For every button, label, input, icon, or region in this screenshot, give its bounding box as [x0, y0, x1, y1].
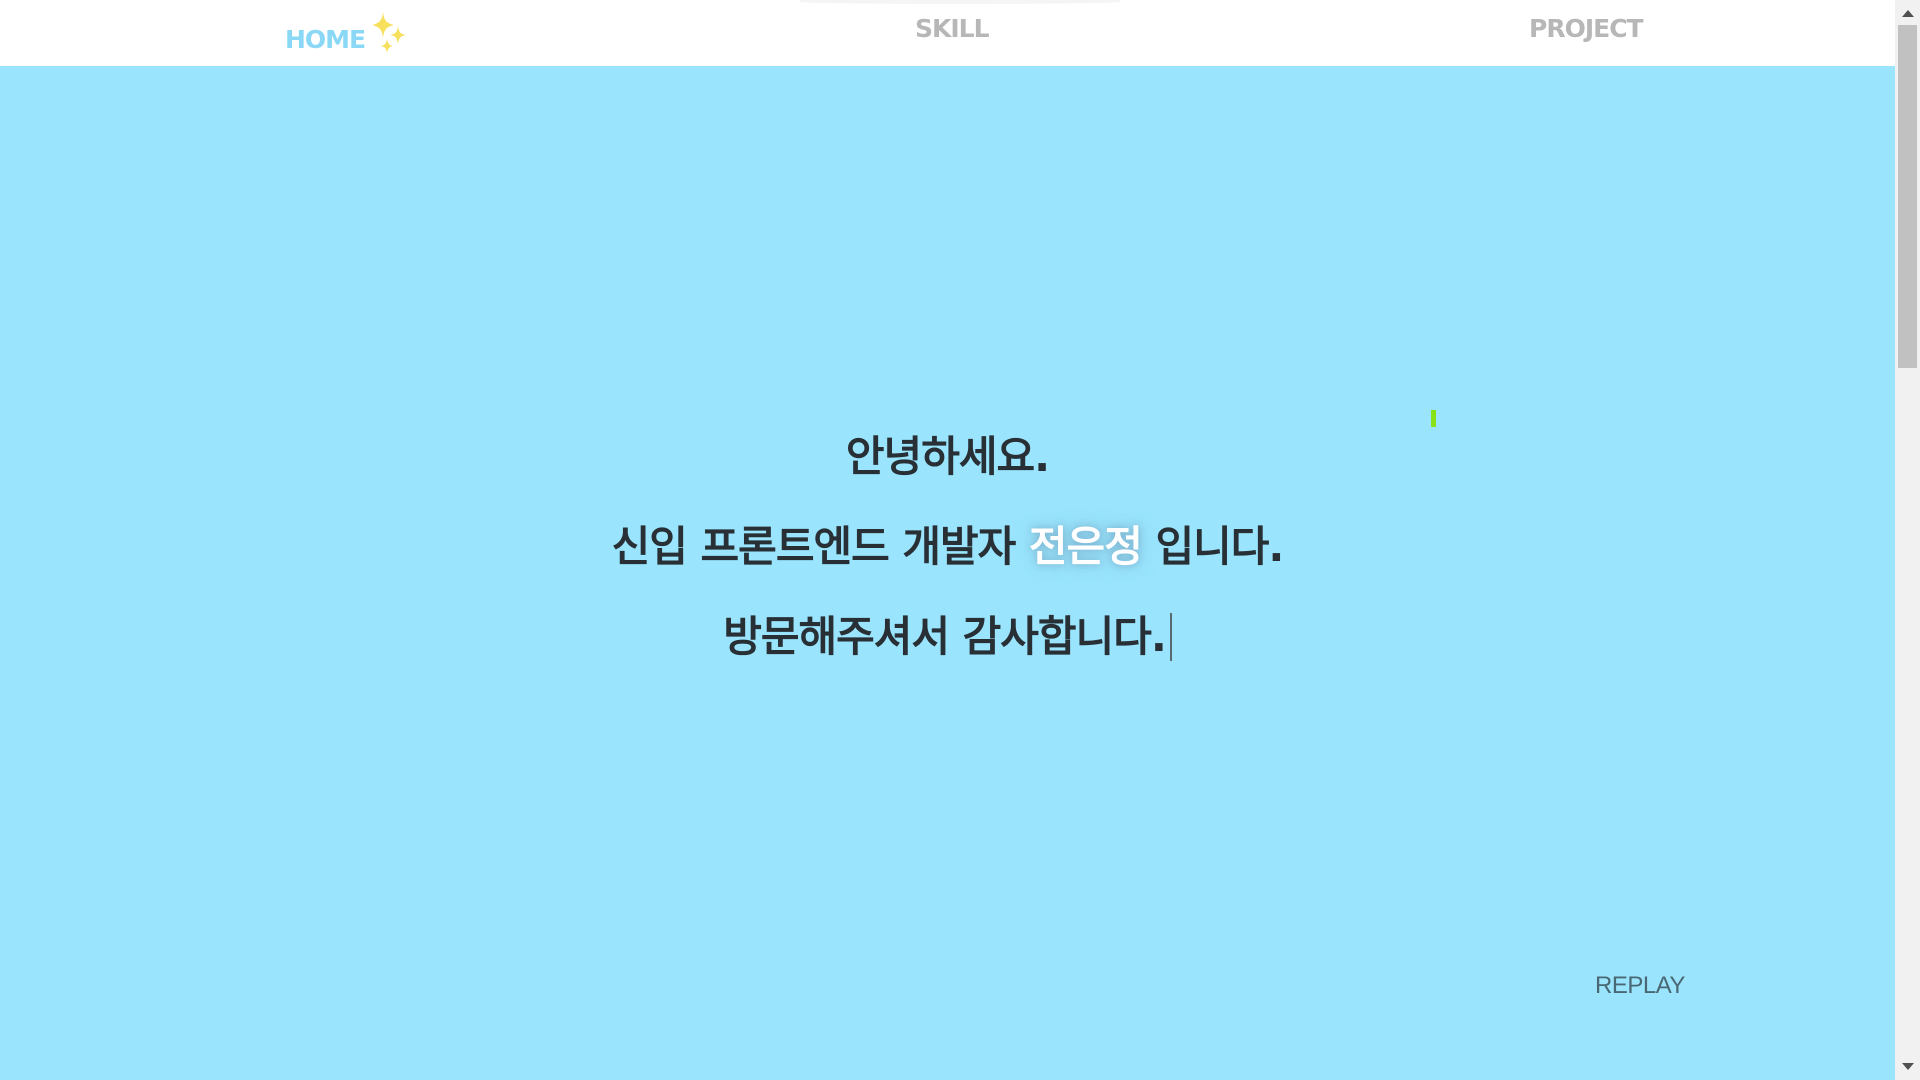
replay-button[interactable]: REPLAY	[1595, 972, 1685, 1000]
nav-item-skill[interactable]: SKILL	[915, 14, 990, 43]
greeting-line-3-text: 방문해주셔서 감사합니다.	[723, 612, 1167, 661]
greeting-line-3: 방문해주셔서 감사합니다.	[0, 592, 1895, 682]
greeting-text: 안녕하세요. 신입 프론트엔드 개발자 전은정 입니다. 방문해주셔서 감사합니…	[0, 412, 1895, 682]
vertical-scrollbar[interactable]	[1895, 0, 1920, 1080]
greeting-line-2: 신입 프론트엔드 개발자 전은정 입니다.	[0, 502, 1895, 592]
top-navigation: HOME SKILL PROJECT	[0, 0, 1895, 66]
greeting-line-2-prefix: 신입 프론트엔드 개발자	[611, 522, 1029, 571]
nav-item-home[interactable]: HOME	[285, 12, 413, 58]
developer-name: 전은정	[1028, 522, 1143, 571]
nav-shadow	[800, 0, 1120, 4]
sparkles-icon	[367, 12, 413, 58]
scrollbar-thumb[interactable]	[1898, 25, 1917, 368]
typing-cursor	[1169, 613, 1172, 661]
nav-item-project[interactable]: PROJECT	[1529, 14, 1644, 43]
scroll-up-arrow-icon[interactable]	[1902, 10, 1914, 17]
portfolio-page: HOME SKILL PROJECT 안녕하세요. 신입 프론트엔드 개발자 전…	[0, 0, 1920, 1080]
nav-home-label: HOME	[285, 25, 366, 54]
scroll-down-arrow-icon[interactable]	[1902, 1063, 1914, 1070]
greeting-line-1: 안녕하세요.	[845, 432, 1050, 481]
hero-section: 안녕하세요. 신입 프론트엔드 개발자 전은정 입니다. 방문해주셔서 감사합니…	[0, 66, 1895, 1080]
greeting-line-2-suffix: 입니다.	[1141, 522, 1284, 571]
